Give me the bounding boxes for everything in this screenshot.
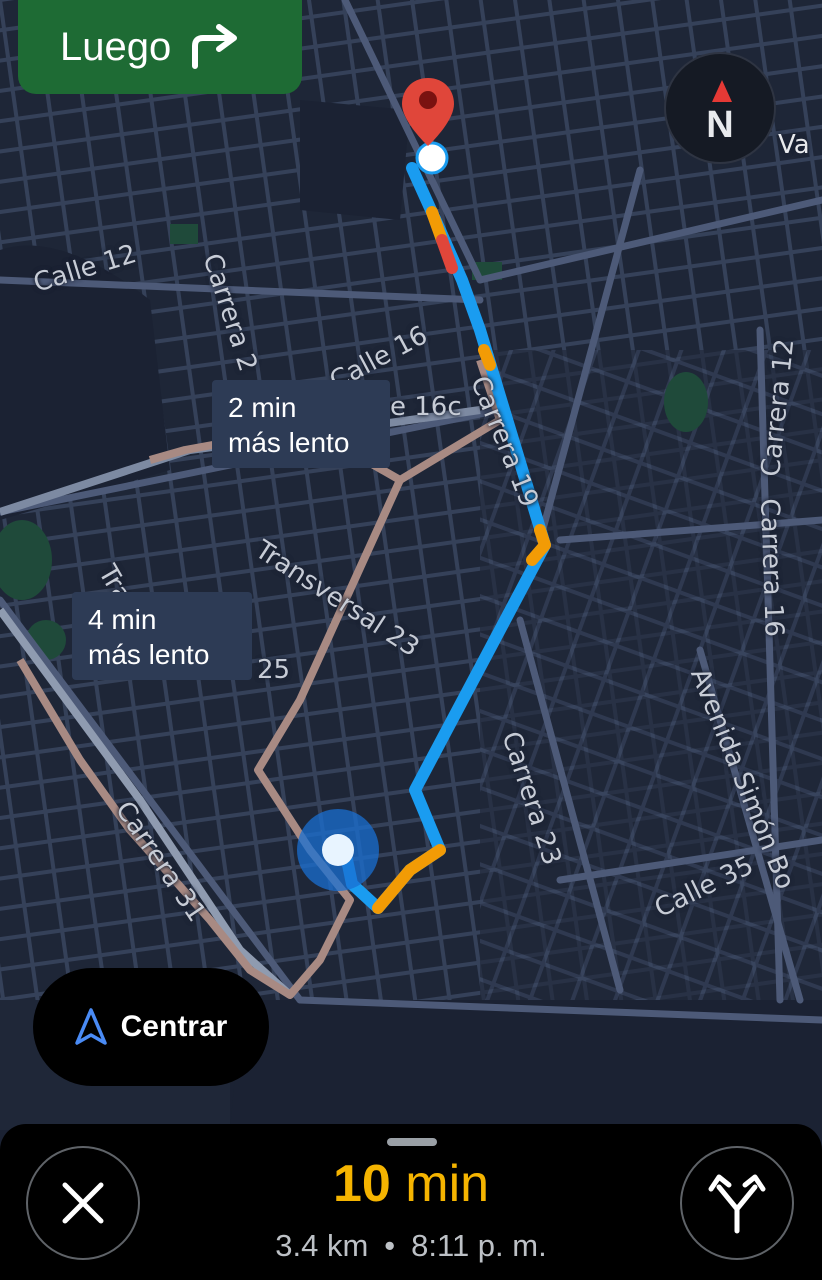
compass-needle-icon bbox=[712, 80, 732, 102]
street-label-calle-16c: e 16c bbox=[390, 392, 462, 422]
recenter-button[interactable]: Centrar bbox=[33, 968, 269, 1086]
separator: • bbox=[384, 1228, 396, 1263]
next-turn-banner[interactable]: Luego bbox=[18, 0, 302, 94]
eta-duration-value: 10 bbox=[332, 1155, 391, 1213]
street-label-va: Va bbox=[778, 130, 810, 160]
alt-route-callout-2[interactable]: 4 min más lento bbox=[72, 592, 252, 680]
street-label-25: 25 bbox=[257, 655, 291, 685]
alt-route-callout-1[interactable]: 2 min más lento bbox=[212, 380, 390, 468]
current-location-icon bbox=[297, 809, 379, 891]
alternate-routes-button[interactable] bbox=[680, 1146, 794, 1260]
compass-button[interactable]: N bbox=[664, 52, 776, 164]
compass-label: N bbox=[706, 104, 734, 146]
fork-route-icon bbox=[708, 1174, 766, 1234]
turn-right-icon bbox=[192, 24, 238, 69]
recenter-label: Centrar bbox=[120, 1010, 228, 1043]
alt-route-desc: más lento bbox=[228, 427, 350, 458]
street-label-carrera-16: Carrera 16 bbox=[754, 498, 789, 638]
alt-route-desc: más lento bbox=[88, 639, 210, 670]
trip-bottom-sheet[interactable]: 10 min 3.4 km • 8:11 p. m. bbox=[0, 1124, 822, 1280]
next-turn-label: Luego bbox=[60, 24, 172, 69]
eta-duration-unit: min bbox=[405, 1155, 490, 1213]
alt-route-time: 2 min bbox=[228, 392, 297, 423]
navigation-arrow-icon bbox=[74, 1008, 107, 1045]
sheet-drag-handle[interactable] bbox=[387, 1138, 437, 1146]
arrival-time: 8:11 p. m. bbox=[411, 1228, 547, 1263]
alt-route-time: 4 min bbox=[88, 604, 157, 635]
trip-distance: 3.4 km bbox=[275, 1228, 369, 1263]
